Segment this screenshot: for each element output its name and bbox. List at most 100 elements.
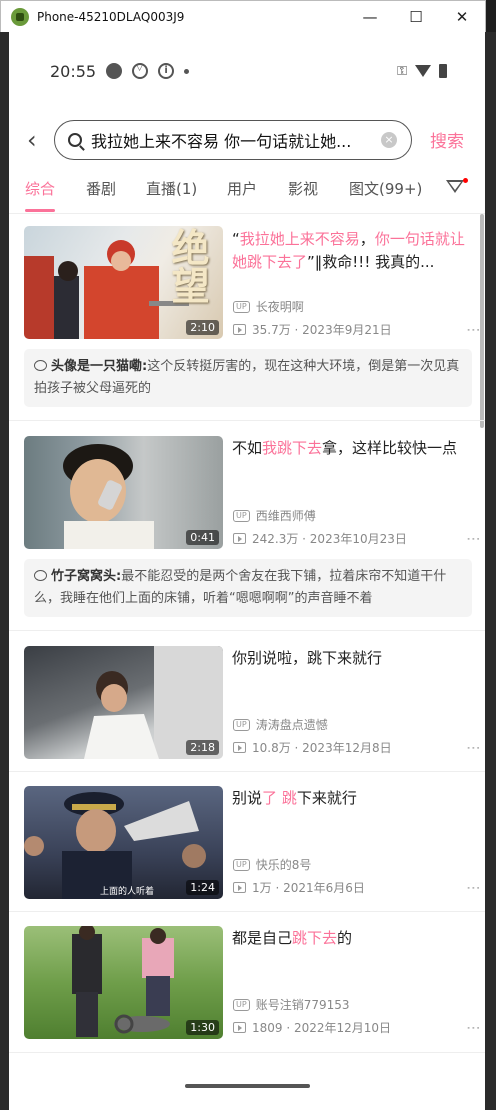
play-count-icon — [233, 742, 246, 753]
title-highlight: 跳 — [281, 789, 297, 807]
up-badge-icon: UP — [233, 718, 250, 731]
title-highlight: 了 — [262, 789, 278, 807]
title-seg: 都是自己 — [232, 929, 293, 947]
tab-articles[interactable]: 图文(99+) — [349, 178, 422, 199]
title-seg: 你别说啦，跳下来就行 — [232, 649, 383, 667]
video-title[interactable]: 别说了 跳下来就行 — [232, 787, 472, 810]
play-count-icon — [233, 1022, 246, 1033]
uploader-row[interactable]: UP 长夜明啊 — [233, 298, 304, 315]
video-thumbnail[interactable]: 1:30 — [24, 926, 223, 1039]
search-input[interactable]: 我拉她上来不容易 你一句话就让她... × — [54, 120, 412, 160]
left-edge — [0, 32, 9, 1110]
android-icon — [11, 7, 29, 26]
video-thumbnail[interactable]: 2:18 — [24, 646, 223, 759]
title-seg: ， — [359, 230, 375, 248]
window-titlebar: Phone-45210DLAQ003J9 — ☐ ✕ — [1, 1, 485, 33]
title-highlight: 跳下去 — [292, 929, 338, 947]
play-count-icon — [233, 533, 246, 544]
title-seg: 的 — [337, 929, 353, 947]
notification-dot-icon — [106, 63, 123, 79]
video-thumbnail[interactable]: 绝望 2:10 — [24, 226, 223, 339]
more-options-icon[interactable]: ⋮ — [465, 1021, 481, 1033]
comment-icon — [34, 570, 47, 581]
uploader-name[interactable]: 涛涛盘点遗憾 — [256, 716, 328, 733]
title-seg: 别说 — [232, 789, 263, 807]
uploader-name[interactable]: 账号注销779153 — [256, 996, 350, 1013]
video-thumbnail[interactable]: 0:41 — [24, 436, 223, 549]
uploader-row[interactable]: UP 账号注销779153 — [233, 996, 350, 1013]
tab-anime[interactable]: 番剧 — [86, 178, 116, 199]
search-query[interactable]: 我拉她上来不容易 你一句话就让她... — [91, 128, 376, 152]
wifi-icon — [415, 65, 431, 77]
stats-row: 242.3万 · 2023年10月23日 — [233, 530, 407, 547]
video-stats: 1809 · 2022年12月10日 — [252, 1021, 392, 1035]
duration-label: 2:10 — [186, 320, 219, 335]
uploader-row[interactable]: UP 涛涛盘点遗憾 — [233, 716, 328, 733]
video-stats: 35.7万 · 2023年9月21日 — [252, 323, 392, 337]
close-button[interactable]: ✕ — [439, 8, 485, 26]
uploader-row[interactable]: UP 西维西师傅 — [233, 507, 316, 524]
thumbnail-caption: 上面的人听着 — [100, 887, 155, 897]
video-title[interactable]: 都是自己跳下去的 — [232, 927, 472, 950]
tab-users[interactable]: 用户 — [227, 178, 257, 199]
uploader-name[interactable]: 快乐的8号 — [256, 856, 312, 873]
stats-row: 1809 · 2022年12月10日 — [233, 1019, 391, 1036]
tab-movies[interactable]: 影视 — [288, 178, 318, 199]
tab-comprehensive[interactable]: 综合 — [25, 178, 55, 199]
video-title[interactable]: 你别说啦，跳下来就行 — [232, 647, 472, 670]
top-comment[interactable]: 竹子窝窝头:最不能忍受的是两个舍友在我下铺，拉着床帘不知道干什么，我睡在他们上面… — [24, 559, 472, 617]
maximize-button[interactable]: ☐ — [393, 8, 439, 26]
stats-row: 1万 · 2021年6月6日 — [233, 879, 365, 896]
clear-icon[interactable]: × — [381, 132, 397, 148]
uploader-row[interactable]: UP 快乐的8号 — [233, 856, 311, 873]
comment-user: 竹子窝窝头: — [51, 569, 122, 584]
title-seg: ”‖救命!!! 我真的... — [307, 253, 435, 271]
video-stats: 1万 · 2021年6月6日 — [252, 881, 365, 895]
active-tab-indicator — [25, 209, 55, 212]
more-options-icon[interactable]: ⋮ — [465, 323, 481, 335]
title-seg: 拿，这样比较快一点 — [322, 439, 458, 457]
top-comment[interactable]: 头像是一只猫嘞:这个反转挺厉害的，现在这种大环境，倒是第一次见真拍孩子被父母逼死… — [24, 349, 472, 407]
vpn-icon — [132, 63, 149, 79]
scrollbar[interactable] — [480, 214, 484, 428]
up-badge-icon: UP — [233, 300, 250, 313]
search-row: ‹ 我拉她上来不容易 你一句话就让她... × 搜索 — [9, 120, 485, 160]
uploader-name[interactable]: 长夜明啊 — [256, 298, 304, 315]
item-divider — [9, 771, 485, 772]
duration-label: 1:30 — [186, 1020, 219, 1035]
video-thumbnail[interactable]: 上面的人听着 1:24 — [24, 786, 223, 899]
search-button[interactable]: 搜索 — [430, 127, 464, 152]
video-title[interactable]: “我拉她上来不容易，你一句话就让她跳下去了”‖救命!!! 我真的... — [232, 228, 472, 274]
right-edge — [485, 32, 496, 1110]
status-bar: 20:55 i ⚿ — [9, 56, 485, 86]
up-badge-icon: UP — [233, 998, 250, 1011]
item-divider — [9, 1052, 485, 1053]
duration-label: 2:18 — [186, 740, 219, 755]
up-badge-icon: UP — [233, 509, 250, 522]
battery-icon — [439, 64, 447, 78]
play-count-icon — [233, 882, 246, 893]
filter-icon[interactable] — [446, 180, 464, 193]
item-divider — [9, 420, 485, 421]
result-tabs: 综合 番剧 直播(1) 用户 影视 图文(99+) — [9, 178, 485, 214]
more-options-icon[interactable]: ⋮ — [465, 881, 481, 893]
back-button[interactable]: ‹ — [27, 126, 37, 154]
search-icon — [68, 133, 82, 147]
video-title[interactable]: 不如我跳下去拿，这样比较快一点 — [232, 437, 472, 460]
more-options-icon[interactable]: ⋮ — [465, 532, 481, 544]
title-seg: “ — [232, 230, 240, 248]
title-seg: 不如 — [232, 439, 263, 457]
stats-row: 35.7万 · 2023年9月21日 — [233, 321, 392, 338]
minimize-button[interactable]: — — [347, 8, 393, 26]
window-title: Phone-45210DLAQ003J9 — [37, 9, 185, 24]
item-divider — [9, 630, 485, 631]
tab-live[interactable]: 直播(1) — [146, 178, 197, 199]
duration-label: 0:41 — [186, 530, 219, 545]
uploader-name[interactable]: 西维西师傅 — [256, 507, 316, 524]
phone-screen: 20:55 i ⚿ ‹ 我拉她上来不容易 你一句话就让她... × 搜索 综合 … — [9, 32, 485, 1110]
stats-row: 10.8万 · 2023年12月8日 — [233, 739, 392, 756]
key-icon: ⚿ — [397, 63, 407, 79]
duration-label: 1:24 — [186, 880, 219, 895]
gesture-home-bar[interactable] — [185, 1084, 310, 1088]
more-options-icon[interactable]: ⋮ — [465, 741, 481, 753]
